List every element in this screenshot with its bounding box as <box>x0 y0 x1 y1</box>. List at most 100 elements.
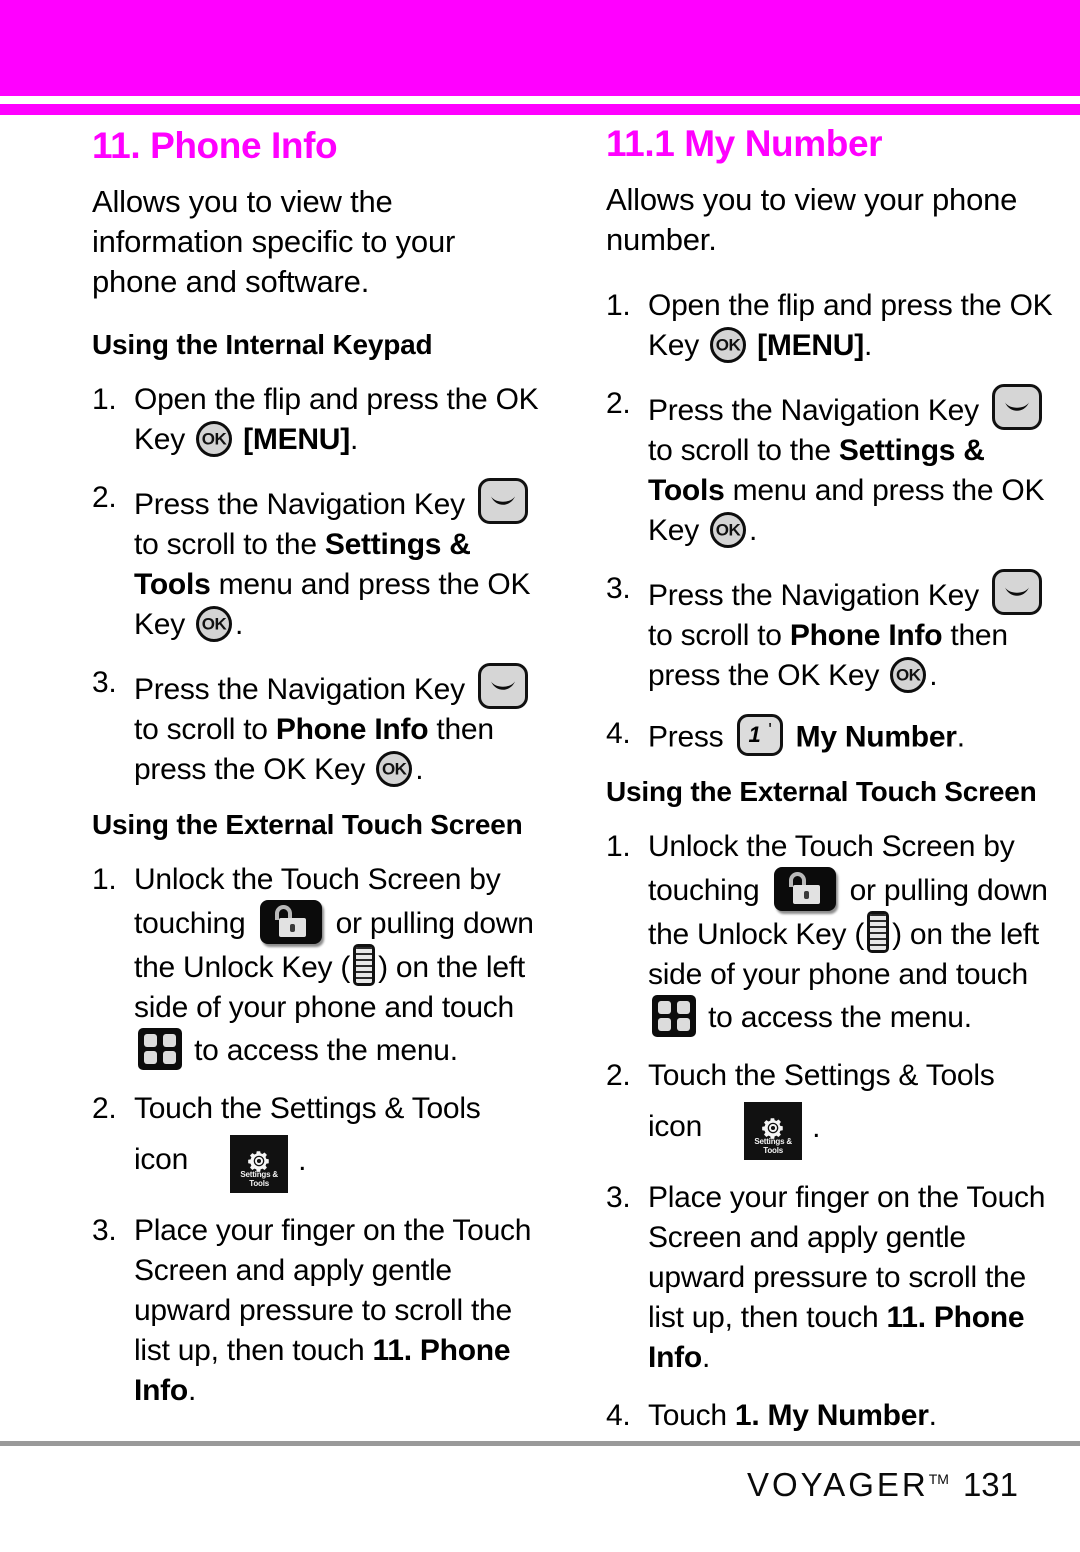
list-item: 4. Press 1 ' My Number. <box>606 713 1056 757</box>
phone-info-bold: Phone Info <box>789 618 943 652</box>
step-text: to scroll to the <box>648 433 831 467</box>
list-item: 1. Unlock the Touch Screen by touching o… <box>92 860 542 1071</box>
my-number-menu-bold: 1. My Number <box>734 1399 929 1433</box>
grid-dot <box>658 1001 671 1015</box>
list-item: 3. Place your finger on the Touch Screen… <box>606 1178 1056 1378</box>
tile-label-line1: Settings & <box>240 1169 278 1179</box>
step-number: 3. <box>606 1181 631 1215</box>
header-magenta-band <box>0 0 1080 96</box>
page-footer: VOYAGERTM 131 <box>0 1466 1080 1504</box>
tile-label-line1: Settings & <box>754 1137 792 1147</box>
step-number: 4. <box>606 716 631 750</box>
ok-key-icon-label: OK <box>381 759 407 779</box>
grid-dot <box>677 1001 690 1015</box>
ok-key-icon-label: OK <box>201 429 227 449</box>
left-section-title: 11. Phone Info <box>92 125 338 166</box>
settings-tools-icon-line: Settings & Tools . <box>710 1102 821 1161</box>
list-item: 4. Touch 1. My Number. <box>606 1396 1056 1436</box>
step-text: Press <box>648 720 724 754</box>
ok-key-icon: OK <box>196 421 233 458</box>
padlock-body <box>278 917 306 937</box>
list-item: 1. Unlock the Touch Screen by touching o… <box>606 827 1056 1038</box>
step-number: 2. <box>606 1059 631 1093</box>
step-number: 3. <box>92 1213 117 1247</box>
sentence-period: . <box>812 1111 821 1145</box>
menu-label: [MENU] <box>757 329 864 362</box>
footer-divider <box>0 1441 1080 1446</box>
chevron-down-icon <box>1004 587 1029 596</box>
step-number: 1. <box>92 383 117 416</box>
ok-key-icon: OK <box>196 606 233 643</box>
trademark-symbol: TM <box>928 1471 949 1487</box>
step-text: Touch the Settings & Tools icon <box>134 1091 481 1176</box>
chevron-down-icon <box>490 681 515 690</box>
unlock-side-key-icon <box>867 911 890 954</box>
tile-label-line2: Tools <box>763 1146 784 1156</box>
list-item: 1. Open the flip and press the OK Key OK… <box>92 380 542 460</box>
step-text: Touch the Settings & Tools icon <box>648 1059 995 1143</box>
step-number: 2. <box>606 387 631 420</box>
ok-key-icon: OK <box>376 751 413 788</box>
settings-tools-tile-label: Settings & Tools <box>230 1170 288 1188</box>
unlock-side-key-icon <box>353 943 376 986</box>
step-number: 1. <box>606 289 631 322</box>
grid-dot <box>144 1033 157 1047</box>
left-touch-step-list: 1. Unlock the Touch Screen by touching o… <box>92 860 542 1411</box>
sentence-period: . <box>298 1143 307 1177</box>
chevron-down-icon <box>490 496 515 505</box>
list-item: 3. Press the Navigation Key to scroll to… <box>92 662 542 790</box>
settings-tools-app-icon: Settings & Tools <box>744 1102 803 1161</box>
list-item: 2. Press the Navigation Key to scroll to… <box>92 478 542 645</box>
right-column: 11.1 My Number Allows you to view your p… <box>606 115 1056 1454</box>
step-text: to scroll to <box>648 618 782 652</box>
menu-label: [MENU] <box>243 423 350 456</box>
step-number: 1. <box>606 830 631 864</box>
list-item: 1. Open the flip and press the OK Key OK… <box>606 286 1056 366</box>
step-text-tail: . <box>349 423 359 456</box>
unlock-padlock-icon <box>773 867 836 912</box>
settings-tools-app-icon: Settings & Tools <box>230 1134 289 1193</box>
list-item: 2. Touch the Settings & Tools icon Setti… <box>92 1089 542 1193</box>
side-key-ridges <box>356 946 373 983</box>
step-number: 2. <box>92 1091 117 1125</box>
side-key-ridges <box>870 914 887 951</box>
right-intro-paragraph: Allows you to view your phone number. <box>606 182 1018 257</box>
left-subhead-internal-keypad: Using the Internal Keypad <box>92 329 433 360</box>
left-column: 11. Phone Info Allows you to view the in… <box>92 115 542 1429</box>
ok-key-icon-label: OK <box>715 520 741 540</box>
ok-key-icon-label: OK <box>895 665 921 685</box>
ok-key-icon: OK <box>710 327 747 364</box>
step-text-tail: . <box>928 1399 937 1433</box>
brand-name: VOYAGER <box>746 1466 929 1503</box>
right-section-title: 11.1 My Number <box>606 123 883 164</box>
page-number: 131 <box>962 1466 1018 1503</box>
step-text: to scroll to <box>134 712 268 746</box>
step-text-tail: . <box>863 329 873 362</box>
phone-info-bold: Phone Info <box>275 712 429 746</box>
two-column-layout: 11. Phone Info Allows you to view the in… <box>92 115 1053 1454</box>
grid-dot <box>658 1018 671 1032</box>
left-intro-paragraph: Allows you to view the information speci… <box>92 184 456 299</box>
step-text-tail: . <box>235 607 244 641</box>
step-text-tail: . <box>415 752 424 786</box>
step-text: Press the Navigation Key <box>648 578 979 612</box>
step-number: 1. <box>92 862 117 896</box>
grid-dot <box>144 1050 157 1064</box>
unlock-padlock-icon <box>259 899 322 944</box>
settings-tools-icon-line: Settings & Tools . <box>196 1134 307 1193</box>
ok-key-icon-label: OK <box>715 335 741 355</box>
menu-grid-icon <box>652 995 696 1038</box>
left-keypad-step-list: 1. Open the flip and press the OK Key OK… <box>92 380 542 790</box>
right-subhead-external-touch-screen: Using the External Touch Screen <box>606 776 1037 808</box>
step-text: Press the Navigation Key <box>134 672 465 706</box>
step-text: Touch <box>648 1399 727 1433</box>
step-text: to scroll to the <box>134 527 317 561</box>
navigation-down-key-icon <box>991 384 1042 430</box>
step-number: 2. <box>92 481 117 514</box>
page-content: 11. Phone Info Allows you to view the in… <box>0 115 1080 1432</box>
step-number: 3. <box>606 571 631 605</box>
navigation-down-key-icon <box>991 568 1042 615</box>
step-number: 3. <box>92 665 117 699</box>
grid-dot <box>163 1050 176 1064</box>
list-item: 2. Press the Navigation Key to scroll to… <box>606 384 1056 551</box>
